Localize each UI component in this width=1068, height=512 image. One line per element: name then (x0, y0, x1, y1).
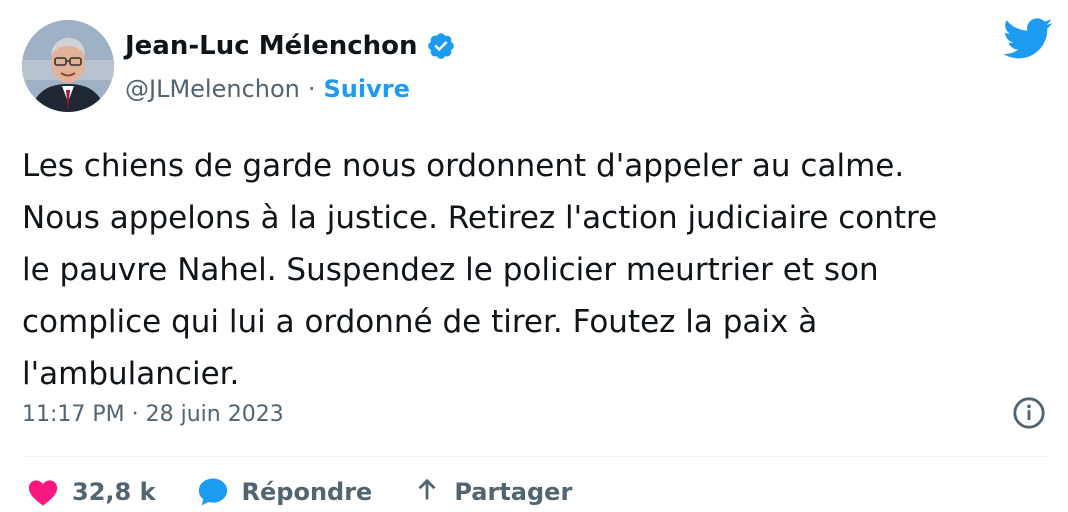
author-handle[interactable]: @JLMelenchon (125, 75, 300, 103)
author-name[interactable]: Jean-Luc Mélenchon (125, 31, 418, 61)
heart-icon (28, 480, 58, 506)
tweet-timestamp[interactable]: 11:17 PM · 28 juin 2023 (22, 402, 284, 427)
follow-button[interactable]: Suivre (324, 75, 410, 103)
reply-button[interactable]: Répondre (196, 475, 373, 509)
divider (22, 456, 1046, 457)
like-count: 32,8 k (72, 478, 156, 506)
separator-dot: · (307, 75, 316, 103)
tweet-actions: 32,8 k Répondre Partager (26, 472, 572, 512)
tweet-card: Jean-Luc Mélenchon @JLMelenchon · Suivre… (0, 0, 1068, 506)
like-button[interactable]: 32,8 k (26, 475, 156, 509)
verified-badge-icon (427, 33, 454, 59)
info-icon[interactable] (1012, 396, 1046, 430)
reply-bubble-icon (198, 478, 227, 506)
avatar[interactable] (22, 20, 114, 112)
author-handle-row: @JLMelenchon · Suivre (125, 72, 410, 106)
tweet-timestamp-row: 11:17 PM · 28 juin 2023 (22, 396, 284, 432)
tweet-text: Les chiens de garde nous ordonnent d'app… (22, 148, 938, 392)
share-arrow-icon (418, 478, 436, 500)
author-name-row: Jean-Luc Mélenchon (125, 28, 456, 64)
twitter-bird-icon[interactable] (1003, 18, 1053, 60)
reply-label: Répondre (241, 478, 373, 506)
share-button[interactable]: Partager (412, 475, 572, 509)
share-label: Partager (454, 478, 573, 506)
avatar-photo (22, 20, 114, 112)
